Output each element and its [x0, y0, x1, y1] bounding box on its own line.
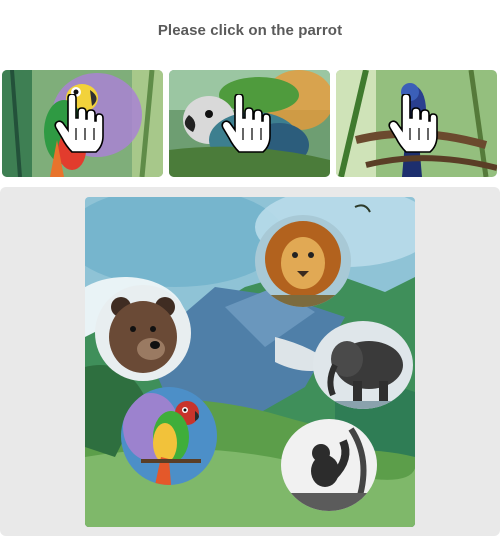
lion-image[interactable]: [255, 215, 351, 307]
squirrel-illustration: [281, 419, 377, 511]
parrot-image[interactable]: [121, 387, 217, 485]
elephant-illustration: [313, 321, 413, 409]
lion-illustration: [255, 215, 351, 307]
bear-illustration: [95, 285, 191, 381]
hand-pointer-icon: [221, 94, 271, 153]
captcha-board: [0, 187, 500, 536]
elephant-image[interactable]: [313, 321, 413, 409]
bear-image[interactable]: [95, 285, 191, 381]
captcha-instruction: Please click on the parrot: [157, 22, 343, 39]
example-images: [2, 70, 498, 177]
example-image-2: [169, 70, 330, 177]
example-image-1: [2, 70, 163, 177]
parrot-illustration: [121, 387, 217, 485]
captcha-page: Please click on the parrot: [0, 0, 500, 536]
hand-pointer-icon: [54, 94, 104, 153]
example-image-3: [336, 70, 497, 177]
puzzle-image[interactable]: [85, 197, 415, 527]
hand-pointer-icon: [388, 94, 438, 153]
squirrel-image[interactable]: [281, 419, 377, 511]
